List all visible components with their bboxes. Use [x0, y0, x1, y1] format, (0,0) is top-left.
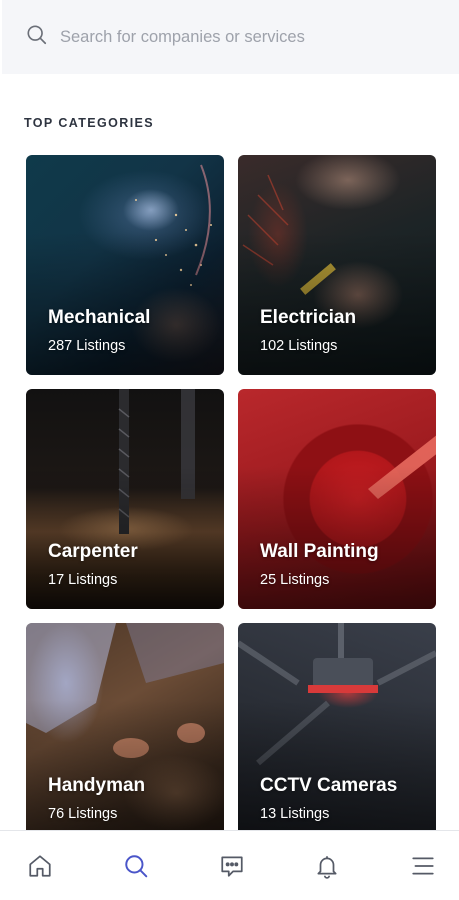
home-icon[interactable] — [26, 852, 54, 880]
section-title: TOP CATEGORIES — [24, 116, 155, 130]
bell-icon[interactable] — [313, 852, 341, 880]
category-name: Handyman — [48, 775, 146, 796]
category-grid: Mechanical 287 Listings Electrician 102 … — [26, 155, 436, 843]
category-card-wall-painting[interactable]: Wall Painting 25 Listings — [238, 389, 436, 609]
category-name: Carpenter — [48, 541, 138, 562]
category-name: CCTV Cameras — [260, 775, 398, 796]
search-icon — [26, 24, 48, 51]
category-card-electrician[interactable]: Electrician 102 Listings — [238, 155, 436, 375]
category-name: Mechanical — [48, 307, 151, 328]
category-card-mechanical[interactable]: Mechanical 287 Listings — [26, 155, 224, 375]
category-count: 25 Listings — [260, 572, 330, 588]
category-card-handyman[interactable]: Handyman 76 Listings — [26, 623, 224, 843]
search-bar[interactable] — [2, 0, 459, 74]
search-input[interactable] — [60, 22, 420, 52]
category-count: 102 Listings — [260, 338, 338, 354]
category-count: 13 Listings — [260, 806, 330, 822]
category-card-carpenter[interactable]: Carpenter 17 Listings — [26, 389, 224, 609]
category-count: 76 Listings — [48, 806, 118, 822]
search-icon[interactable] — [122, 852, 150, 880]
category-count: 17 Listings — [48, 572, 118, 588]
chat-icon[interactable] — [218, 852, 246, 880]
category-card-cctv-cameras[interactable]: CCTV Cameras 13 Listings — [238, 623, 436, 843]
menu-icon[interactable] — [409, 852, 437, 880]
category-name: Electrician — [260, 307, 357, 328]
bottom-nav — [0, 830, 459, 900]
category-count: 287 Listings — [48, 338, 126, 354]
category-name: Wall Painting — [260, 541, 379, 562]
